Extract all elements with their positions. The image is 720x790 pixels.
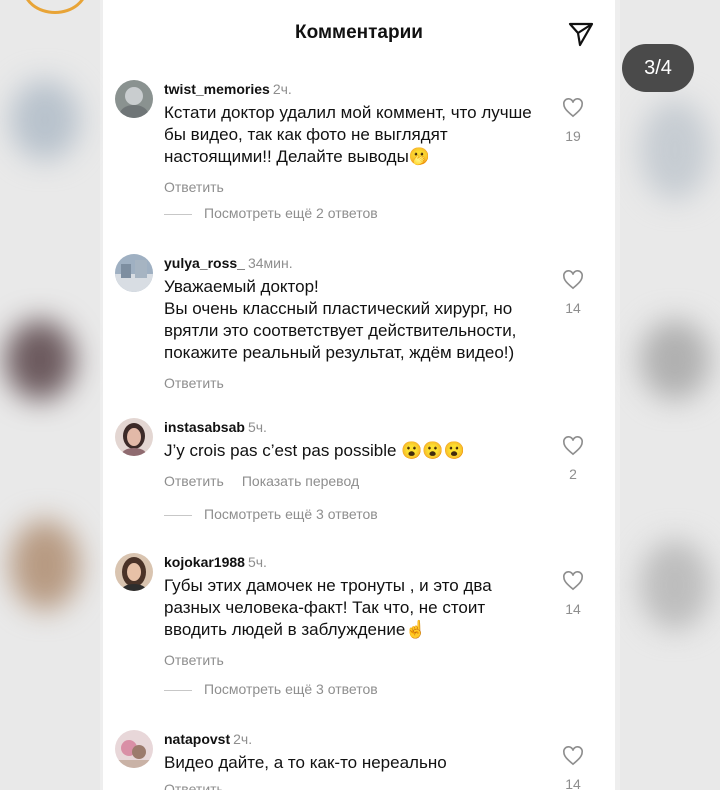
page-title: Комментарии [295,22,423,43]
blurred-shape [5,320,75,400]
avatar[interactable] [115,553,153,591]
view-replies-label: Посмотреть ещё 3 ответов [204,506,378,522]
comment-username[interactable]: yulya_ross_ [164,255,245,271]
like-area: 14 [561,571,585,617]
comment-time: 5ч. [247,419,267,435]
view-replies-button[interactable]: Посмотреть ещё 3 ответов [164,506,378,522]
comment-time: 34мин. [247,255,293,271]
view-replies-button[interactable]: Посмотреть ещё 3 ответов [164,681,378,697]
reply-button[interactable]: Ответить [164,473,224,489]
divider-line [164,213,192,215]
heart-icon[interactable] [562,571,584,591]
like-count: 19 [565,128,581,144]
comment-emoji: 😮😮😮 [401,441,465,460]
blurred-shape [10,80,80,160]
like-count: 2 [569,466,577,482]
heart-icon[interactable] [562,270,584,290]
background-right [620,0,720,790]
comment-text: Кстати доктор удалил мой коммент, что лу… [164,103,532,166]
heart-icon[interactable] [562,746,584,766]
comment-emoji: 🫢 [408,147,430,166]
view-replies-label: Посмотреть ещё 3 ответов [204,681,378,697]
comment-time: 2ч. [233,731,253,747]
comment-emoji: ☝️ [405,620,427,639]
like-count: 14 [565,601,581,617]
blurred-shape [640,100,710,200]
background-left [0,0,100,790]
comment-username[interactable]: natapovst [164,731,230,747]
blurred-shape [640,320,710,400]
divider-line [164,514,192,516]
comment-time: 2ч. [272,81,292,97]
comment-username[interactable]: twist_memories [164,81,270,97]
reply-button[interactable]: Ответить [164,179,224,195]
like-count: 14 [565,776,581,790]
like-area: 14 [561,270,585,316]
comment-text: J’y crois pas c’est pas possible [164,441,397,460]
comment-text: Видео дайте, а то как-то нереально [164,753,447,772]
like-area: 2 [561,436,585,482]
comment-text: Уважаемый доктор! Вы очень классный плас… [164,277,517,362]
blurred-shape [10,520,80,610]
blurred-shape [640,540,710,630]
comment-text: Губы этих дамочек не тронуты , и это два… [164,576,492,639]
reply-button[interactable]: Ответить [164,375,224,391]
comments-header: Комментарии [103,0,615,70]
avatar[interactable] [115,418,153,456]
heart-icon[interactable] [562,98,584,118]
like-area: 19 [561,98,585,144]
reply-button[interactable]: Ответить [164,652,224,668]
heart-icon[interactable] [562,436,584,456]
comment-username[interactable]: instasabsab [164,419,245,435]
avatar[interactable] [115,254,153,292]
translate-button[interactable]: Показать перевод [242,473,359,489]
view-replies-button[interactable]: Посмотреть ещё 2 ответов [164,205,378,221]
comments-panel: Комментарии twist_memories 2ч. Кстати док… [103,0,615,790]
send-icon[interactable] [567,20,595,48]
comment-time: 5ч. [247,554,267,570]
like-area: 14 [561,746,585,790]
reply-button[interactable]: Ответить [164,781,224,790]
comment-username[interactable]: kojokar1988 [164,554,245,570]
avatar[interactable] [115,80,153,118]
view-replies-label: Посмотреть ещё 2 ответов [204,205,378,221]
like-count: 14 [565,300,581,316]
page-counter-badge: 3/4 [622,44,694,92]
avatar[interactable] [115,730,153,768]
divider-line [164,689,192,691]
